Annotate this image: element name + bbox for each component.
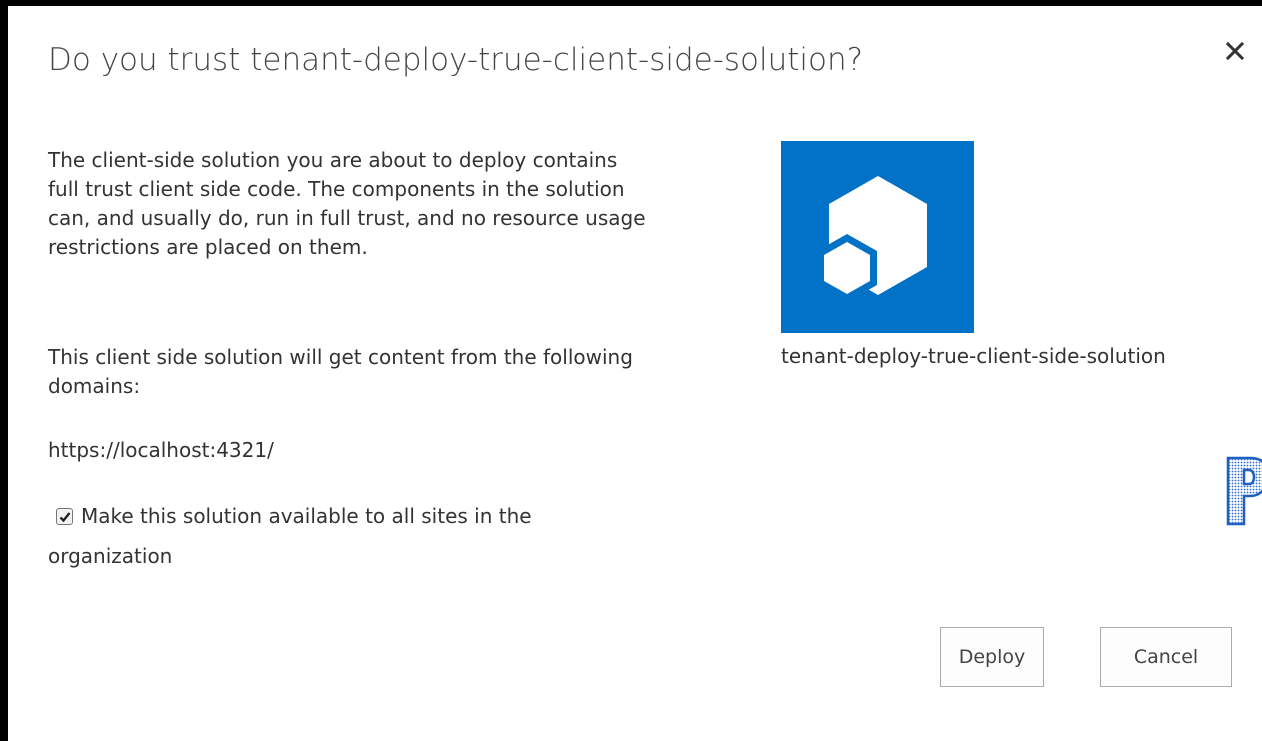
tenant-wide-checkbox[interactable] (56, 508, 73, 525)
solution-image (781, 141, 974, 333)
tenant-wide-checkbox-row: Make this solution available to all site… (48, 496, 628, 576)
solution-name: tenant-deploy-true-client-side-solution (781, 344, 1166, 368)
dialog-title: Do you trust tenant-deploy-true-client-s… (48, 42, 864, 78)
package-cubes-icon (817, 176, 927, 302)
trust-dialog: Do you trust tenant-deploy-true-client-s… (8, 6, 1262, 741)
watermark-logo (1222, 440, 1262, 530)
checkmark-icon (59, 512, 71, 523)
cancel-button[interactable]: Cancel (1100, 627, 1232, 687)
domain-url: https://localhost:4321/ (48, 438, 274, 462)
tenant-wide-checkbox-label: Make this solution available to all site… (48, 504, 532, 568)
domains-intro-text: This client side solution will get conte… (48, 345, 633, 398)
deploy-button[interactable]: Deploy (940, 627, 1044, 687)
close-icon[interactable] (1220, 36, 1250, 66)
trust-warning-text: The client-side solution you are about t… (48, 148, 646, 259)
